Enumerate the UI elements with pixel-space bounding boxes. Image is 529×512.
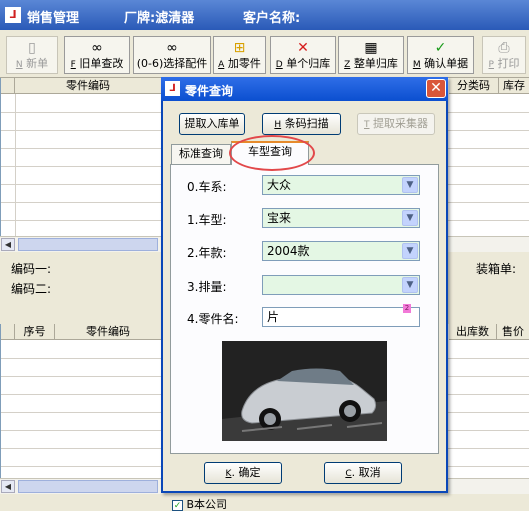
scroll-left-icon[interactable]: ◀	[1, 480, 15, 493]
whole-return-button[interactable]: ▦ Z 整单归库	[338, 36, 404, 74]
binoculars-icon: ∞	[91, 40, 103, 56]
dialog-title: 零件查询	[185, 84, 234, 98]
printer-icon: ⎙	[498, 40, 510, 56]
year-label: 2.年款:	[187, 246, 227, 260]
scrollbar-thumb[interactable]	[18, 238, 158, 251]
displacement-label: 3.排量:	[187, 280, 227, 294]
part-name-label: 4.零件名:	[187, 312, 239, 326]
code2-label: 编码二:	[11, 282, 52, 296]
add-part-icon: ⊞	[233, 40, 246, 56]
vehicle-query-panel: 0.车系: 大众 ▼ 1.车型: 宝来 ▼ 2.年款: 2004款 ▼ 3.排量…	[170, 164, 439, 454]
model-label: 1.车型:	[187, 213, 227, 227]
cancel-button[interactable]: C. 取消	[324, 462, 402, 484]
main-title-bar: ⅃ 销售管理 厂牌:滤清器 客户名称:	[0, 0, 529, 30]
chevron-down-icon[interactable]: ▼	[402, 177, 418, 193]
column-header[interactable]: 库存	[499, 78, 529, 94]
scrollbar-thumb[interactable]	[18, 480, 158, 493]
new-order-button[interactable]: ▯ N 新单	[6, 36, 58, 74]
barcode-scan-button[interactable]: H 条码扫描	[262, 113, 341, 135]
single-return-button[interactable]: ✕ D 单个归库	[270, 36, 336, 74]
car-image	[222, 341, 387, 441]
extract-collector-button[interactable]: T 提取采集器	[357, 113, 435, 135]
app-icon: ⅃	[165, 81, 180, 96]
calculator-icon: ▦	[364, 40, 378, 56]
series-label: 0.车系:	[187, 180, 227, 194]
customer-label: 客户名称:	[243, 11, 301, 26]
column-header[interactable]: 零件编码	[15, 78, 162, 94]
old-order-button[interactable]: ∞ F 旧单查改	[64, 36, 130, 74]
code1-label: 编码一:	[11, 262, 52, 276]
model-select[interactable]: 宝来 ▼	[262, 208, 420, 228]
ok-button[interactable]: K. 确定	[204, 462, 282, 484]
dialog-title-bar[interactable]: ⅃ 零件查询 ✕	[161, 77, 448, 101]
step-marker: 2	[403, 304, 411, 313]
displacement-select[interactable]: ▼	[262, 275, 420, 295]
app-icon: ⅃	[5, 7, 21, 23]
checkmark-icon: ✓	[434, 40, 447, 56]
column-header[interactable]: 序号	[15, 324, 55, 340]
extract-inbound-button[interactable]: 提取入库单	[179, 113, 245, 135]
window-title: 销售管理	[27, 11, 80, 26]
red-x-icon: ✕	[297, 40, 309, 56]
close-icon: ✕	[430, 80, 442, 96]
confirm-order-button[interactable]: ✓ M 确认单据	[407, 36, 474, 74]
part-query-dialog: ⅃ 零件查询 ✕ 提取入库单 H 条码扫描 T 提取采集器 标准查询 车型查询 …	[161, 77, 448, 493]
column-header[interactable]: 出库数	[449, 324, 497, 340]
column-header[interactable]: 分类码	[449, 78, 499, 94]
highlight-circle	[229, 135, 315, 171]
close-button[interactable]: ✕	[426, 79, 446, 98]
part-name-input[interactable]: 片 2	[262, 304, 420, 327]
checkbox-checked-icon[interactable]: ✓	[172, 499, 183, 511]
document-icon: ▯	[28, 40, 36, 56]
print-button[interactable]: ⎙ P 打印	[482, 36, 526, 74]
row-indicator-header	[1, 78, 15, 94]
box-label: 装箱单:	[476, 262, 517, 276]
column-header[interactable]: 零件编码	[55, 324, 162, 340]
chevron-down-icon[interactable]: ▼	[402, 277, 418, 293]
column-header[interactable]: 售价	[497, 324, 529, 340]
vehicle-image	[222, 341, 387, 441]
tab-standard-query[interactable]: 标准查询	[171, 144, 231, 164]
status-bar: ✓ B本公司	[0, 494, 529, 511]
factory-label: 厂牌:滤清器	[124, 11, 195, 26]
row-indicator-header	[1, 324, 15, 340]
series-select[interactable]: 大众 ▼	[262, 175, 420, 195]
chevron-down-icon[interactable]: ▼	[402, 210, 418, 226]
toolbar: ▯ N 新单 ∞ F 旧单查改 ∞ (0-6)选择配件 ⊞ A 加零件 ✕ D …	[0, 30, 529, 78]
binoculars-icon: ∞	[166, 40, 178, 56]
scroll-left-icon[interactable]: ◀	[1, 238, 15, 251]
company-checkbox[interactable]: ✓ B本公司	[172, 496, 227, 512]
year-select[interactable]: 2004款 ▼	[262, 241, 420, 261]
select-parts-button[interactable]: ∞ (0-6)选择配件	[133, 36, 211, 74]
add-part-button[interactable]: ⊞ A 加零件	[213, 36, 266, 74]
chevron-down-icon[interactable]: ▼	[402, 243, 418, 259]
